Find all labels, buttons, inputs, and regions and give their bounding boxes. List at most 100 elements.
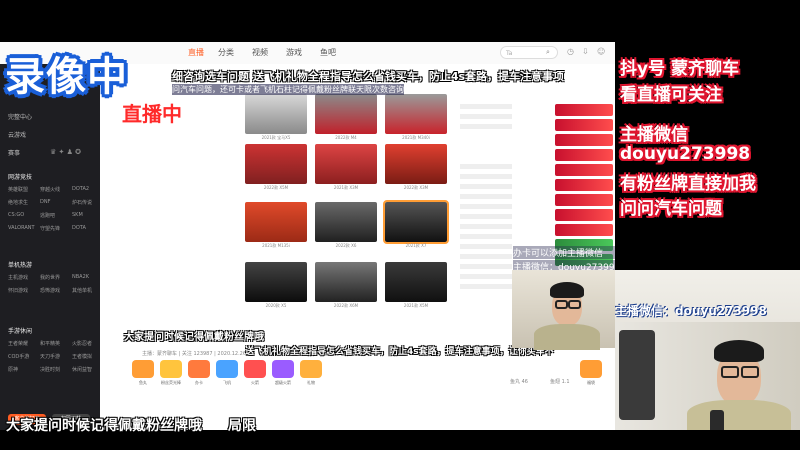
sidebar-grid-item[interactable]: COD手游 bbox=[8, 353, 29, 360]
sidebar-grid-item[interactable]: DNF bbox=[40, 199, 50, 205]
sidebar-item-center[interactable]: 完整中心 bbox=[8, 112, 32, 121]
gift-icon[interactable] bbox=[244, 360, 266, 378]
rank-item[interactable] bbox=[555, 104, 613, 116]
sidebar-grid-item[interactable]: 天刀手游 bbox=[40, 353, 60, 360]
car-thumbnail[interactable] bbox=[315, 94, 377, 134]
sidebar-grid-item[interactable]: DOTA2 bbox=[72, 186, 89, 192]
rank-item[interactable] bbox=[555, 134, 613, 146]
filter-row[interactable] bbox=[460, 204, 512, 209]
nav-tab-fishbar[interactable]: 鱼吧 bbox=[320, 47, 336, 58]
sidebar-grid-item[interactable]: 绝地求生 bbox=[8, 199, 28, 206]
sidebar-grid-item[interactable]: 火影忍者 bbox=[72, 340, 92, 347]
sidebar-grid-item[interactable]: SKM bbox=[72, 212, 83, 218]
rank-item[interactable] bbox=[555, 224, 613, 236]
rank-item[interactable] bbox=[555, 164, 613, 176]
sidebar-grid-item[interactable]: 穿越火线 bbox=[40, 186, 60, 193]
gift-icon[interactable] bbox=[216, 360, 238, 378]
gift-icon[interactable] bbox=[188, 360, 210, 378]
nav-tab-games[interactable]: 游戏 bbox=[286, 47, 302, 58]
gift-icon[interactable] bbox=[272, 360, 294, 378]
filter-row[interactable] bbox=[460, 234, 512, 239]
gift-icon[interactable] bbox=[580, 360, 602, 378]
gift-icon[interactable] bbox=[132, 360, 154, 378]
download-icon[interactable]: ⇩ bbox=[582, 47, 589, 56]
sidebar-grid-item[interactable]: 英雄联盟 bbox=[8, 186, 28, 193]
car-caption: 2022款 X6 bbox=[335, 243, 357, 248]
sidebar-grid-item[interactable]: DOTA bbox=[72, 225, 86, 231]
car-thumbnail[interactable] bbox=[245, 202, 307, 242]
nav-tab-video[interactable]: 视频 bbox=[252, 47, 268, 58]
filter-row[interactable] bbox=[460, 104, 512, 109]
search-icon[interactable]: ⌕ bbox=[546, 48, 550, 57]
filter-row[interactable] bbox=[460, 164, 512, 169]
sidebar-grid-item[interactable]: VALORANT bbox=[8, 225, 35, 231]
sidebar-grid-item[interactable]: 休闲益智 bbox=[72, 366, 92, 373]
gift-icon[interactable] bbox=[160, 360, 182, 378]
car-thumbnail[interactable] bbox=[315, 144, 377, 184]
sidebar-grid-item[interactable]: 决胜时刻 bbox=[40, 366, 60, 373]
sidebar-grid-item[interactable]: 我的世界 bbox=[40, 274, 60, 281]
sidebar-grid-item[interactable]: 主机游戏 bbox=[8, 274, 28, 281]
microphone-icon bbox=[710, 410, 724, 430]
filter-row[interactable] bbox=[460, 194, 512, 199]
sidebar-grid-item[interactable]: 和平精英 bbox=[40, 340, 60, 347]
filter-row[interactable] bbox=[460, 274, 512, 279]
car-thumbnail[interactable] bbox=[385, 262, 447, 302]
filter-row[interactable] bbox=[460, 124, 512, 129]
gift-label: 鱼丸 bbox=[139, 380, 147, 385]
rank-item[interactable] bbox=[555, 194, 613, 206]
sidebar-grid-item[interactable]: 王者荣耀 bbox=[8, 340, 28, 347]
filter-row[interactable] bbox=[460, 224, 512, 229]
filter-row[interactable] bbox=[460, 284, 512, 289]
sidebar-grid-item[interactable]: 炉石传说 bbox=[72, 199, 92, 206]
sidebar-grid-item[interactable]: 恐怖游戏 bbox=[40, 287, 60, 294]
sidebar-item-esports[interactable]: 赛事 bbox=[8, 148, 20, 157]
history-icon[interactable]: ◷ bbox=[567, 47, 574, 56]
car-thumbnail[interactable] bbox=[385, 144, 447, 184]
sidebar-grid-item[interactable]: 守望先锋 bbox=[40, 225, 60, 232]
car-thumbnail[interactable] bbox=[385, 94, 447, 134]
sidebar-grid-item[interactable]: 逃跑吧 bbox=[40, 212, 55, 219]
filter-row[interactable] bbox=[460, 244, 512, 249]
rank-item[interactable] bbox=[555, 119, 613, 131]
gift-label: 礼物 bbox=[307, 380, 315, 385]
filter-row[interactable] bbox=[460, 264, 512, 269]
streamer-shirt bbox=[534, 324, 600, 350]
cam-scroll-text: 主播微信：douyu273998 bbox=[615, 304, 767, 318]
car-thumbnail[interactable] bbox=[245, 94, 307, 134]
sidebar-grid-item[interactable]: 其他单机 bbox=[72, 287, 92, 294]
car-thumbnail-selected[interactable] bbox=[383, 200, 449, 244]
ask-car-text: 问问汽车问题 bbox=[620, 199, 722, 219]
filter-row[interactable] bbox=[460, 254, 512, 259]
glasses-icon bbox=[568, 300, 581, 309]
nav-tab-live[interactable]: 直播 bbox=[188, 47, 204, 58]
sidebar-grid-item[interactable]: 王者模拟 bbox=[72, 353, 92, 360]
currency-count: 鱼丸 46 bbox=[510, 379, 528, 385]
car-thumbnail[interactable] bbox=[315, 262, 377, 302]
sidebar-grid-item[interactable]: NBA2K bbox=[72, 274, 89, 280]
gift-rank-list bbox=[555, 104, 615, 266]
rank-item[interactable] bbox=[555, 149, 613, 161]
car-thumbnail[interactable] bbox=[245, 144, 307, 184]
car-thumbnail[interactable] bbox=[315, 202, 377, 242]
rank-item[interactable] bbox=[555, 179, 613, 191]
promo-text-1: 办卡可以添加主播微信 bbox=[513, 246, 617, 259]
sidebar-grid-item[interactable]: 原神 bbox=[8, 366, 18, 373]
trophy-icon[interactable]: ♛ ✦ ♟ ✪ bbox=[50, 148, 81, 156]
filter-row[interactable] bbox=[460, 174, 512, 179]
sidebar-grid-item[interactable]: 怀旧游戏 bbox=[8, 287, 28, 294]
webcam-large: 主播微信：douyu273998 bbox=[615, 270, 800, 430]
gift-bar: 鱼丸 粉丝荧光棒 办卡 飞机 火箭 超级火箭 礼物 鱼丸 46 鱼翅 1.1 福… bbox=[130, 360, 615, 392]
filter-row[interactable] bbox=[460, 114, 512, 119]
sidebar-item-cloud-game[interactable]: 云游戏 bbox=[8, 130, 26, 139]
user-icon[interactable]: ☺ bbox=[597, 47, 605, 56]
bottom-subtitle: 大家提问时候记得佩戴粉丝牌哦 局限 bbox=[0, 413, 615, 434]
sidebar-grid-item[interactable]: CS:GO bbox=[8, 212, 24, 218]
rank-item[interactable] bbox=[555, 209, 613, 221]
live-tag: 直播中 bbox=[122, 102, 182, 126]
gift-icon[interactable] bbox=[300, 360, 322, 378]
car-thumbnail[interactable] bbox=[245, 262, 307, 302]
filter-row[interactable] bbox=[460, 214, 512, 219]
nav-tab-category[interactable]: 分类 bbox=[218, 47, 234, 58]
filter-row[interactable] bbox=[460, 184, 512, 189]
